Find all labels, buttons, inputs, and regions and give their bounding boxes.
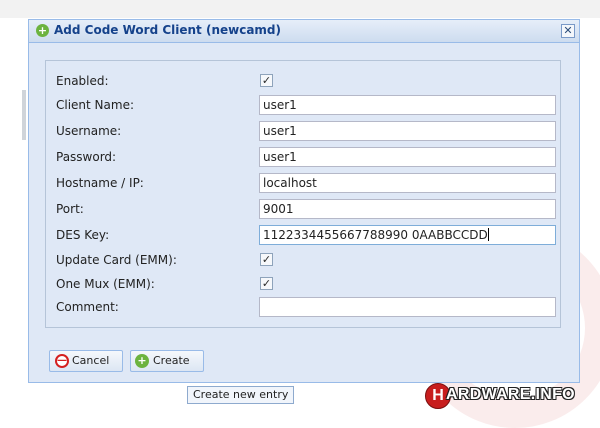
create-label: Create <box>153 354 190 367</box>
enabled-checkbox[interactable]: ✓ <box>260 74 273 87</box>
label-update-card: Update Card (EMM): <box>56 253 177 267</box>
one-mux-checkbox[interactable]: ✓ <box>260 277 273 290</box>
close-button[interactable]: ✕ <box>561 24 575 38</box>
background-toolbar <box>0 0 600 18</box>
row-update-card: Update Card (EMM): ✓ <box>46 250 560 270</box>
dialog-title: Add Code Word Client (newcamd) <box>54 23 282 37</box>
add-client-dialog: + Add Code Word Client (newcamd) ✕ Enabl… <box>28 19 580 383</box>
logo-wordmark: ARDWARE.INFO <box>446 386 575 403</box>
label-username: Username: <box>56 124 122 138</box>
row-enabled: Enabled: ✓ <box>46 71 560 91</box>
update-card-checkbox[interactable]: ✓ <box>260 253 273 266</box>
client-name-field[interactable]: user1 <box>259 95 556 115</box>
row-username: Username: user1 <box>46 121 560 141</box>
text-caret <box>487 228 489 241</box>
des-key-value: 1122334455667788990 0AABBCCDD <box>263 228 488 242</box>
background-panel-edge <box>22 90 26 140</box>
dialog-titlebar[interactable]: + Add Code Word Client (newcamd) ✕ <box>29 20 579 43</box>
row-client-name: Client Name: user1 <box>46 95 560 115</box>
des-key-field[interactable]: 1122334455667788990 0AABBCCDD <box>259 225 556 245</box>
label-enabled: Enabled: <box>56 74 109 88</box>
add-circle-icon: + <box>36 24 49 37</box>
row-comment: Comment: <box>46 297 560 317</box>
label-comment: Comment: <box>56 300 119 314</box>
row-port: Port: 9001 <box>46 199 560 219</box>
label-password: Password: <box>56 150 117 164</box>
password-field[interactable]: user1 <box>259 147 556 167</box>
label-des-key: DES Key: <box>56 228 110 242</box>
cancel-button[interactable]: — Cancel <box>49 350 123 372</box>
row-des-key: DES Key: 1122334455667788990 0AABBCCDD <box>46 225 560 245</box>
no-entry-icon: — <box>55 354 69 368</box>
row-one-mux: One Mux (EMM): ✓ <box>46 274 560 294</box>
row-hostname: Hostname / IP: localhost <box>46 173 560 193</box>
cancel-label: Cancel <box>72 354 110 367</box>
create-tooltip: Create new entry <box>187 386 295 404</box>
label-hostname: Hostname / IP: <box>56 176 144 190</box>
label-one-mux: One Mux (EMM): <box>56 277 155 291</box>
add-circle-icon: + <box>135 354 149 368</box>
port-field[interactable]: 9001 <box>259 199 556 219</box>
hostname-field[interactable]: localhost <box>259 173 556 193</box>
comment-field[interactable] <box>259 297 556 317</box>
username-field[interactable]: user1 <box>259 121 556 141</box>
create-button[interactable]: + Create <box>130 350 204 372</box>
client-form: Enabled: ✓ Client Name: user1 Username: … <box>45 60 561 328</box>
label-client-name: Client Name: <box>56 98 134 112</box>
label-port: Port: <box>56 202 84 216</box>
row-password: Password: user1 <box>46 147 560 167</box>
